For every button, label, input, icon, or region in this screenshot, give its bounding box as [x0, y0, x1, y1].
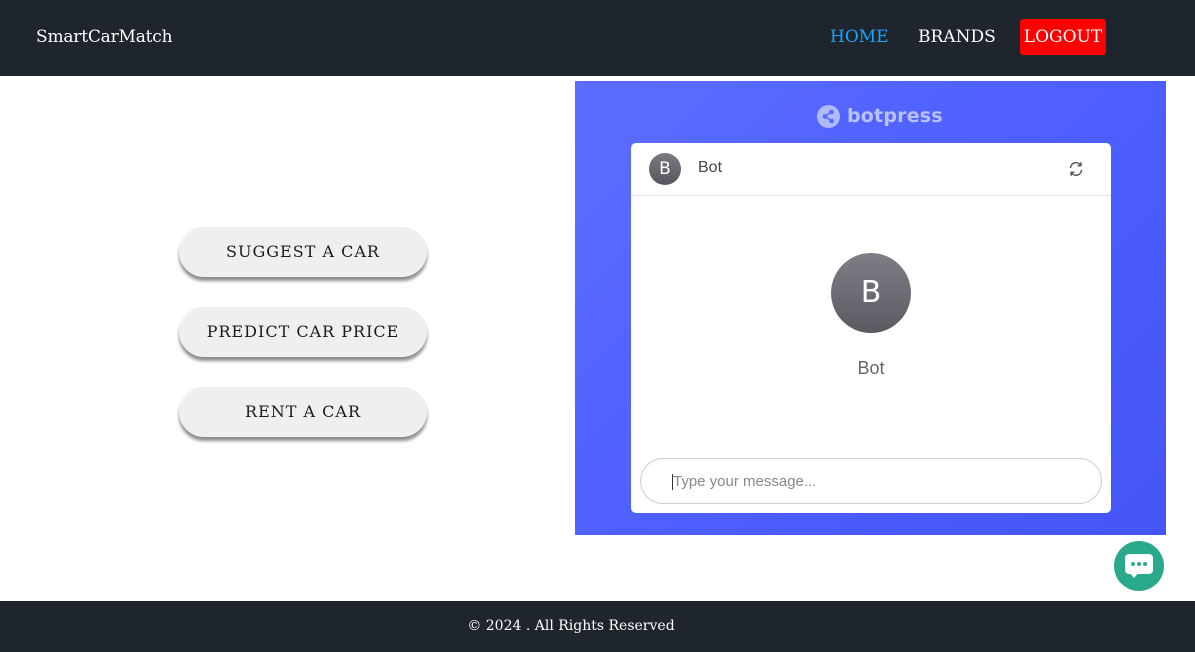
bot-profile-name: Bot — [857, 358, 885, 378]
predict-car-price-button[interactable]: PREDICT CAR PRICE — [179, 307, 427, 357]
refresh-icon[interactable] — [1067, 160, 1085, 178]
logout-button[interactable]: LOGOUT — [1020, 19, 1106, 55]
botpress-logo-text: botpress — [847, 105, 943, 127]
nav-brands-link[interactable]: BRANDS — [918, 27, 996, 47]
copyright-text: © 2024 . All Rights Reserved — [467, 618, 675, 634]
botpress-logo: botpress — [817, 104, 943, 128]
chat-window: B Bot B Bot — [631, 143, 1111, 513]
footer: © 2024 . All Rights Reserved — [0, 601, 1195, 652]
bot-name: Bot — [698, 159, 723, 176]
bot-avatar: B — [649, 153, 681, 185]
chat-header: B Bot — [631, 143, 1111, 196]
suggest-car-button[interactable]: SUGGEST A CAR — [179, 227, 427, 277]
message-input[interactable] — [640, 458, 1102, 504]
chatbot-panel: botpress B Bot B Bot — [575, 81, 1166, 535]
bot-profile-avatar: B — [831, 253, 911, 333]
share-icon — [817, 104, 840, 128]
nav-home-link[interactable]: HOME — [830, 27, 889, 47]
chat-launcher-button[interactable] — [1114, 541, 1164, 591]
navbar: SmartCarMatch HOME BRANDS LOGOUT — [0, 0, 1195, 76]
brand-logo[interactable]: SmartCarMatch — [36, 27, 173, 47]
text-caret — [672, 474, 673, 490]
rent-car-button[interactable]: RENT A CAR — [179, 387, 427, 437]
